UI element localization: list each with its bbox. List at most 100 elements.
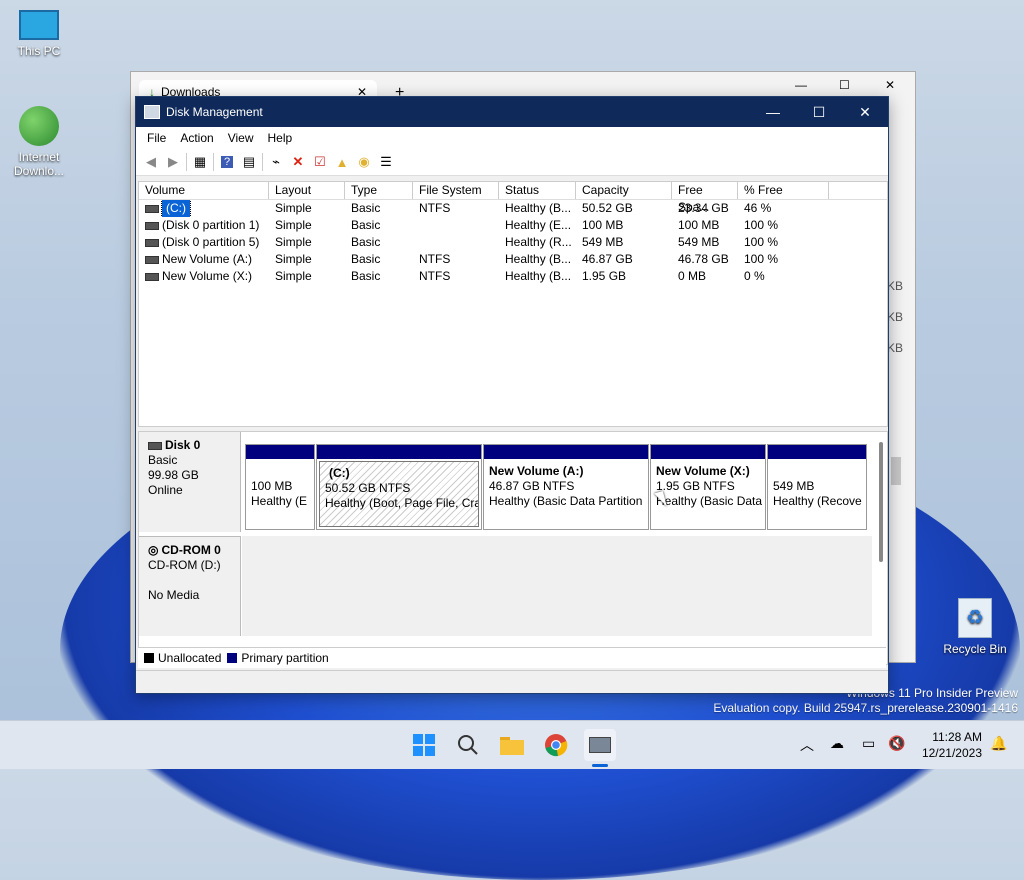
bg-close-icon[interactable]: ✕: [885, 78, 895, 92]
notification-bell-icon[interactable]: 🔔: [990, 735, 1007, 752]
disk-0-label[interactable]: Disk 0 Basic 99.98 GB Online: [139, 432, 241, 532]
table-cell: Simple: [275, 235, 312, 249]
volume-cell: New Volume (A:): [139, 251, 269, 268]
disk-graphical-view[interactable]: Disk 0 Basic 99.98 GB Online 100 MB Heal…: [138, 431, 888, 665]
title-bar[interactable]: Disk Management — ☐ ✕: [136, 97, 888, 127]
drive-icon: [145, 238, 159, 247]
table-cell: 1.95 GB: [582, 269, 627, 283]
partition-status: Healthy (Basic Data: [656, 494, 763, 508]
bg-size-unit: KB: [887, 341, 904, 355]
disk-name-row: Disk 0: [148, 438, 240, 453]
volume-name: (Disk 0 partition 5): [162, 235, 260, 249]
volume-name: (Disk 0 partition 1): [162, 218, 260, 232]
table-row[interactable]: (Disk 0 partition 1) Simple Basic Health…: [139, 217, 887, 234]
back-icon[interactable]: ◀: [140, 152, 162, 172]
legend-primary: Primary partition: [241, 651, 329, 665]
column-header[interactable]: Type: [345, 182, 413, 199]
column-header[interactable]: Capacity: [576, 182, 672, 199]
partition-size: 549 MB: [773, 479, 815, 493]
internet-download-label: Internet Downlo...: [13, 150, 65, 178]
clock-time: 11:28 AM: [932, 730, 982, 744]
search-icon: [458, 735, 478, 755]
check-icon[interactable]: ☑: [309, 152, 331, 172]
table-cell: 46.87 GB: [582, 252, 633, 266]
menu-action[interactable]: Action: [173, 131, 220, 145]
folder-search-icon[interactable]: ◉: [353, 152, 375, 172]
graph-scrollbar[interactable]: [879, 442, 883, 562]
column-header[interactable]: Layout: [269, 182, 345, 199]
onedrive-icon[interactable]: ☁: [830, 735, 844, 752]
bg-maximize-icon[interactable]: ☐: [839, 78, 850, 92]
forward-icon[interactable]: ▶: [162, 152, 184, 172]
unallocated-swatch: [144, 653, 154, 663]
list-icon[interactable]: ☰: [375, 152, 397, 172]
help-icon[interactable]: ?: [216, 152, 238, 172]
partition-status: Healthy (Basic Data Partition: [489, 494, 643, 508]
table-cell: 100 %: [744, 218, 779, 232]
view-icon[interactable]: ▤: [238, 152, 260, 172]
table-cell: Basic: [351, 218, 381, 232]
maximize-button[interactable]: ☐: [796, 97, 842, 127]
legend-unallocated: Unallocated: [158, 651, 222, 665]
table-cell: 46 %: [744, 201, 772, 215]
file-explorer-button[interactable]: [496, 729, 528, 761]
folder-up-icon[interactable]: ▲: [331, 152, 353, 172]
menu-file[interactable]: File: [140, 131, 173, 145]
menu-help[interactable]: Help: [261, 131, 300, 145]
table-cell: NTFS: [419, 201, 451, 215]
minimize-button[interactable]: —: [750, 97, 796, 127]
partition-x[interactable]: New Volume (X:) 1.95 GB NTFS Healthy (Ba…: [650, 444, 766, 530]
bg-scrollbar-thumb[interactable]: [891, 457, 901, 485]
column-header[interactable]: Free Spa...: [672, 182, 738, 214]
table-cell: Healthy (R...: [505, 235, 572, 249]
disk-type: Basic: [148, 453, 178, 467]
table-row[interactable]: (C:) Simple Basic NTFS Healthy (B... 50.…: [139, 200, 887, 217]
volume-cell: (Disk 0 partition 5): [139, 234, 269, 251]
partition-a[interactable]: New Volume (A:) 46.87 GB NTFS Healthy (B…: [483, 444, 649, 530]
table-cell: Simple: [275, 201, 312, 215]
table-cell: NTFS: [419, 269, 451, 283]
column-header[interactable]: Status: [499, 182, 576, 199]
chrome-button[interactable]: [540, 729, 572, 761]
table-cell: 100 MB: [582, 218, 624, 232]
table-cell: 100 MB: [678, 218, 720, 232]
partition-bar: [246, 445, 314, 459]
volume-muted-icon[interactable]: 🔇: [888, 735, 905, 752]
network-icon[interactable]: ▭: [862, 735, 875, 752]
column-header[interactable]: % Free: [738, 182, 829, 199]
bg-minimize-icon[interactable]: —: [795, 78, 807, 92]
legend: Unallocated Primary partition: [138, 647, 886, 668]
table-row[interactable]: New Volume (A:) Simple Basic NTFS Health…: [139, 251, 887, 268]
close-button[interactable]: ✕: [842, 97, 888, 127]
start-button[interactable]: [408, 729, 440, 761]
volume-list[interactable]: Volume Layout Type File System Status Ca…: [138, 181, 888, 427]
clock[interactable]: 11:28 AM 12/21/2023: [916, 729, 982, 761]
recycle-bin-desktop-icon[interactable]: ♻ Recycle Bin: [940, 598, 1010, 656]
cdrom-0-label[interactable]: ◎ CD-ROM 0 CD-ROM (D:) No Media: [139, 536, 241, 636]
table-row[interactable]: New Volume (X:) Simple Basic NTFS Health…: [139, 268, 887, 285]
column-header[interactable]: Volume: [139, 182, 269, 199]
partition-recovery[interactable]: 549 MB Healthy (Recove: [767, 444, 867, 530]
column-header[interactable]: File System: [413, 182, 499, 199]
properties-icon[interactable]: ▦: [189, 152, 211, 172]
table-cell: 0 MB: [678, 269, 707, 283]
delete-icon[interactable]: ✕: [287, 152, 309, 172]
internet-download-desktop-icon[interactable]: Internet Downlo...: [4, 106, 74, 178]
table-cell: 100 %: [744, 235, 779, 249]
menu-view[interactable]: View: [221, 131, 261, 145]
windows-logo-icon: [413, 734, 435, 756]
disk-management-taskbar-button[interactable]: [584, 729, 616, 761]
partition-size: 100 MB: [251, 479, 293, 493]
partition-efi[interactable]: 100 MB Healthy (E: [245, 444, 315, 530]
this-pc-label: This PC: [17, 44, 61, 58]
this-pc-desktop-icon[interactable]: This PC: [4, 10, 74, 58]
table-row[interactable]: (Disk 0 partition 5) Simple Basic Health…: [139, 234, 887, 251]
disk-management-window[interactable]: Disk Management — ☐ ✕ File Action View H…: [135, 96, 889, 694]
search-button[interactable]: [452, 729, 484, 761]
connect-icon[interactable]: ⌁: [265, 152, 287, 172]
partition-c[interactable]: (C:) 50.52 GB NTFS Healthy (Boot, Page F…: [316, 444, 482, 530]
chevron-up-icon[interactable]: ︿: [800, 735, 814, 755]
volume-cell: New Volume (X:): [139, 268, 269, 285]
table-cell: 100 %: [744, 252, 779, 266]
volume-name: New Volume (X:): [162, 269, 253, 283]
